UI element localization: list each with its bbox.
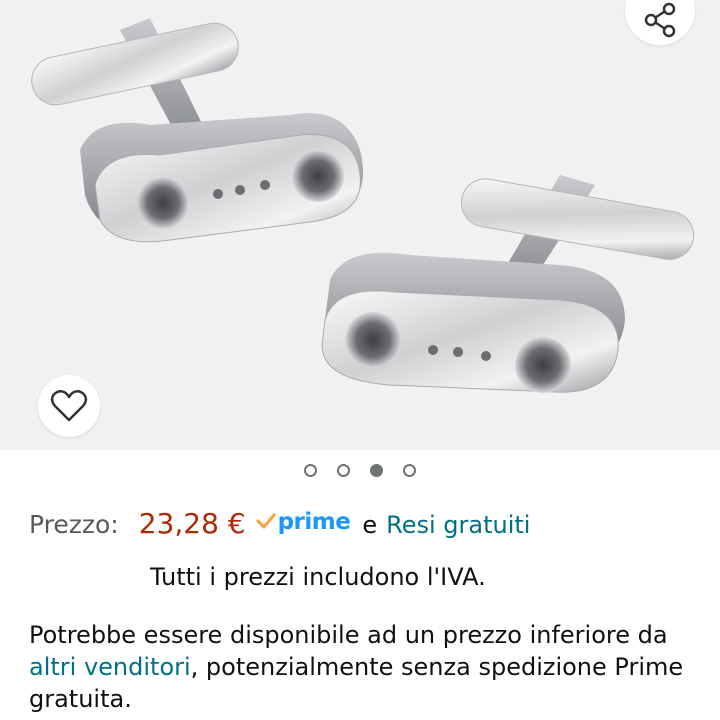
price-value: 23,28 € bbox=[138, 507, 246, 540]
product-image[interactable] bbox=[0, 0, 720, 450]
wishlist-button[interactable] bbox=[38, 375, 100, 437]
share-icon bbox=[644, 2, 676, 38]
cufflink-left bbox=[31, 18, 363, 243]
other-sellers-link[interactable]: altri venditori bbox=[29, 653, 191, 681]
carousel-dot-2[interactable] bbox=[337, 464, 350, 477]
other-sellers-text-before: Potrebbe essere disponibile ad un prezzo… bbox=[29, 621, 668, 649]
carousel-dot-4[interactable] bbox=[403, 464, 416, 477]
vat-note: Tutti i prezzi includono l'IVA. bbox=[150, 563, 486, 591]
carousel-indicators bbox=[0, 464, 720, 477]
cufflink-right bbox=[321, 175, 695, 393]
prime-label: prime bbox=[277, 509, 351, 535]
carousel-dot-1[interactable] bbox=[304, 464, 317, 477]
carousel-dot-3-active[interactable] bbox=[370, 464, 383, 477]
and-text: e bbox=[362, 511, 378, 539]
price-row: Prezzo: 23,28 € prime e Resi gratuiti bbox=[29, 507, 530, 549]
checkmark-icon bbox=[255, 513, 276, 529]
other-sellers-notice: Potrebbe essere disponibile ad un prezzo… bbox=[29, 619, 709, 715]
free-returns-link[interactable]: Resi gratuiti bbox=[386, 511, 530, 539]
product-image-gallery[interactable] bbox=[0, 0, 720, 450]
heart-icon bbox=[50, 390, 88, 422]
price-label: Prezzo: bbox=[29, 510, 119, 539]
prime-badge: prime bbox=[255, 509, 351, 535]
